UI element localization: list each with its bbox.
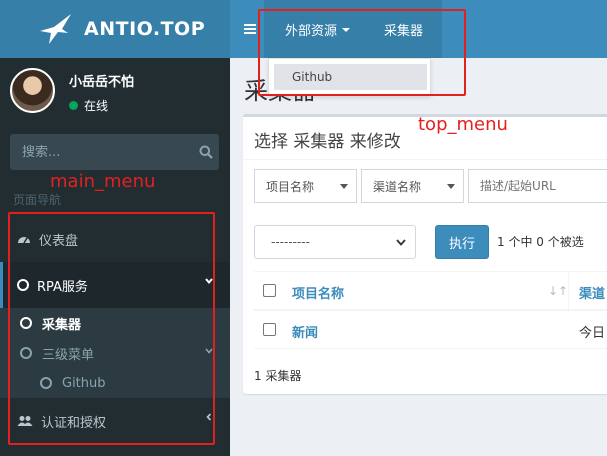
user-name: 小岳岳不怕 <box>69 75 135 90</box>
selection-counter: 1 个中 0 个被选 <box>497 235 584 249</box>
user-panel: 小岳岳不怕 在线 <box>10 68 134 114</box>
result-count: 1 采集器 <box>254 369 302 383</box>
filter-project-select[interactable]: 项目名称 <box>254 169 357 203</box>
column-header-channel[interactable]: 渠道 <box>579 283 605 302</box>
filter-channel-label: 渠道名称 <box>373 179 422 194</box>
description-input[interactable] <box>468 169 607 203</box>
annotation-box-top-menu <box>258 9 466 96</box>
row-project-link[interactable]: 新闻 <box>292 322 318 341</box>
column-separator <box>568 272 569 312</box>
annotation-label-main-menu: main_menu <box>50 171 156 192</box>
brand-name[interactable]: ANTIO.TOP <box>84 18 205 40</box>
bird-logo-icon <box>40 14 71 44</box>
search-button[interactable] <box>192 145 219 159</box>
avatar <box>10 68 55 113</box>
action-select-value: --------- <box>271 235 310 249</box>
caret-down-icon <box>340 184 348 189</box>
divider <box>243 159 607 160</box>
brand-bar[interactable]: ANTIO.TOP <box>0 0 230 58</box>
row-checkbox[interactable] <box>263 323 276 336</box>
column-header-project[interactable]: 项目名称 <box>292 283 344 302</box>
filter-project-label: 项目名称 <box>266 179 315 194</box>
sidebar-toggle-icon[interactable] <box>244 24 256 34</box>
search-input[interactable] <box>10 144 192 160</box>
sort-icon[interactable]: ↓↑ <box>548 284 568 298</box>
search-icon <box>199 145 213 159</box>
annotation-label-top-menu: top_menu <box>418 114 508 135</box>
table-header: 项目名称 ↓↑ 渠道 <box>254 271 607 312</box>
online-dot-icon <box>69 101 78 110</box>
box-title: 选择 采集器 来修改 <box>254 132 401 152</box>
filter-channel-select[interactable]: 渠道名称 <box>361 169 464 203</box>
annotation-box-main-menu <box>8 212 215 445</box>
row-channel: 今日 <box>579 326 606 341</box>
execute-button[interactable]: 执行 <box>435 225 489 259</box>
nav-header: 页面导航 <box>13 193 62 207</box>
action-select[interactable]: --------- <box>254 225 416 259</box>
sidebar-search <box>10 134 219 170</box>
select-all-checkbox[interactable] <box>263 284 276 297</box>
caret-down-icon <box>447 184 455 189</box>
table-row: 新闻 今日 <box>254 311 607 349</box>
changelist-box: 选择 采集器 来修改 项目名称 渠道名称 --------- 执行 1 个中 0… <box>243 114 607 394</box>
chevron-down-icon <box>396 239 406 246</box>
user-status-label: 在线 <box>84 99 109 113</box>
user-status: 在线 <box>69 97 134 114</box>
